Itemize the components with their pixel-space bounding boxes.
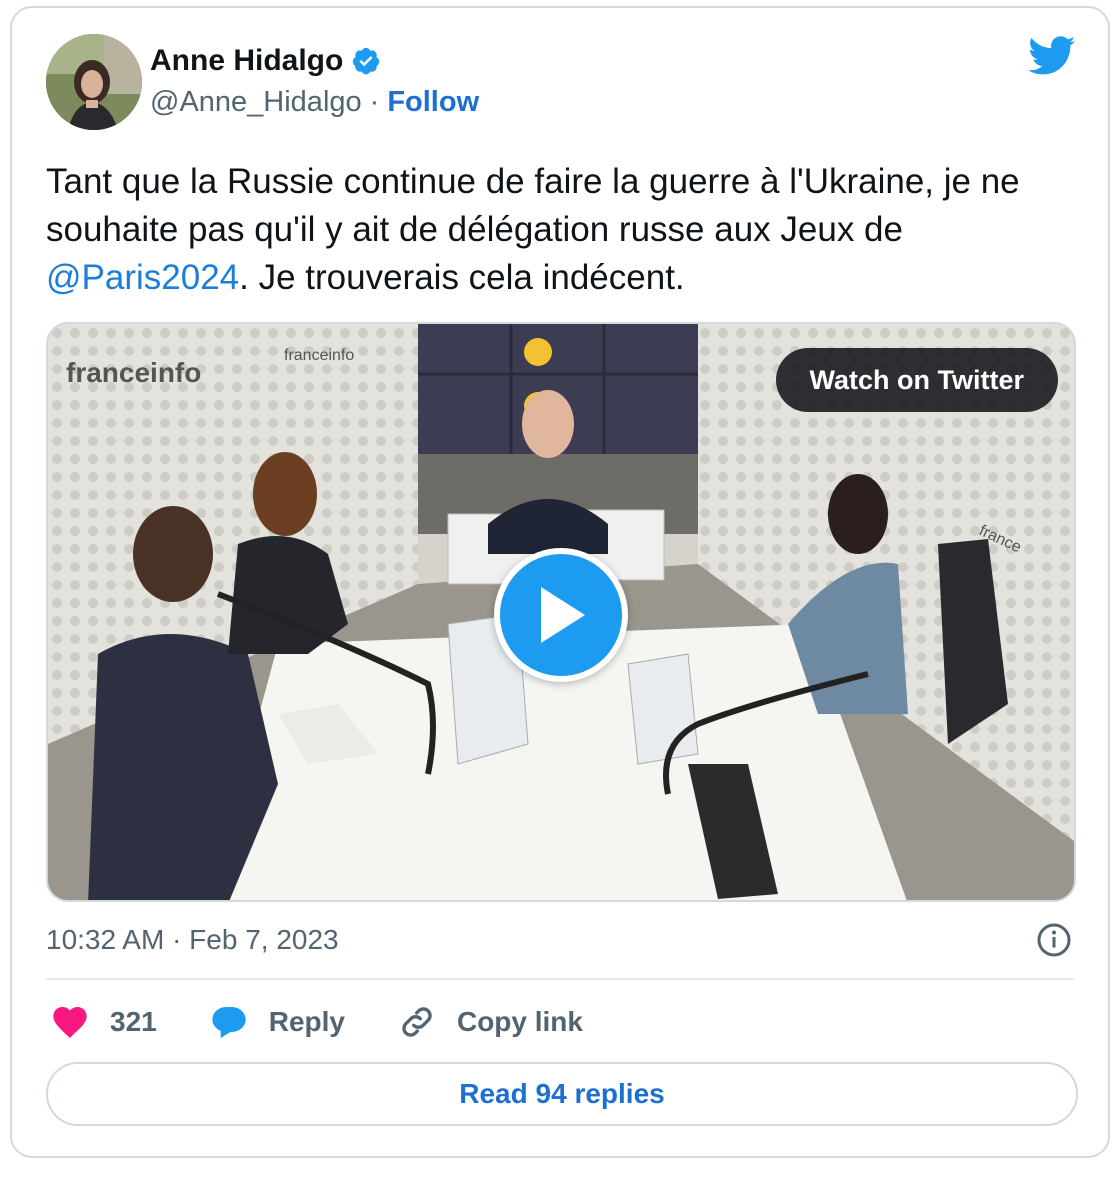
mention-link[interactable]: @Paris2024 <box>46 258 239 297</box>
follow-link[interactable]: Follow <box>387 86 479 119</box>
tweet-card: Anne Hidalgo @Anne_Hidalgo · Follow Tant… <box>10 6 1110 1158</box>
action-bar: 321 Reply Copy link <box>50 1002 635 1042</box>
heart-icon <box>53 1007 87 1038</box>
like-count: 321 <box>110 1006 157 1037</box>
studio-brand-text: franceinfo <box>66 357 201 388</box>
copy-link-button[interactable]: Copy link <box>397 1002 583 1042</box>
tweet-timestamp[interactable]: 10:32 AM · Feb 7, 2023 <box>46 924 339 956</box>
studio-brand-text-small: franceinfo <box>284 347 354 364</box>
watch-on-twitter-button[interactable]: Watch on Twitter <box>775 348 1058 412</box>
separator-dot: · <box>369 86 380 118</box>
avatar[interactable] <box>46 34 142 130</box>
read-replies-button[interactable]: Read 94 replies <box>46 1062 1078 1126</box>
video-thumbnail[interactable]: franceinfo franceinfo france Watch on Tw… <box>46 322 1076 902</box>
info-icon[interactable] <box>1036 922 1072 958</box>
tweet-text-part-1: Tant que la Russie continue de faire la … <box>46 162 1020 249</box>
play-button[interactable] <box>494 548 628 682</box>
author-handle-row: @Anne_Hidalgo · Follow <box>150 86 479 119</box>
verified-badge-icon <box>353 47 380 75</box>
like-button[interactable]: 321 <box>50 1002 157 1042</box>
twitter-bird-icon[interactable] <box>1028 36 1076 76</box>
author-name[interactable]: Anne Hidalgo <box>150 44 343 78</box>
divider <box>46 978 1074 980</box>
author-name-row: Anne Hidalgo <box>150 44 381 78</box>
reply-label: Reply <box>268 1006 345 1037</box>
tweet-text: Tant que la Russie continue de faire la … <box>46 158 1086 302</box>
reply-button[interactable]: Reply <box>209 1002 345 1042</box>
author-handle[interactable]: @Anne_Hidalgo <box>150 86 362 119</box>
copy-link-label: Copy link <box>456 1006 583 1037</box>
tweet-text-part-2: . Je trouverais cela indécent. <box>239 258 685 297</box>
reply-icon <box>212 1007 246 1038</box>
link-icon <box>402 1007 432 1037</box>
play-icon <box>541 587 585 643</box>
